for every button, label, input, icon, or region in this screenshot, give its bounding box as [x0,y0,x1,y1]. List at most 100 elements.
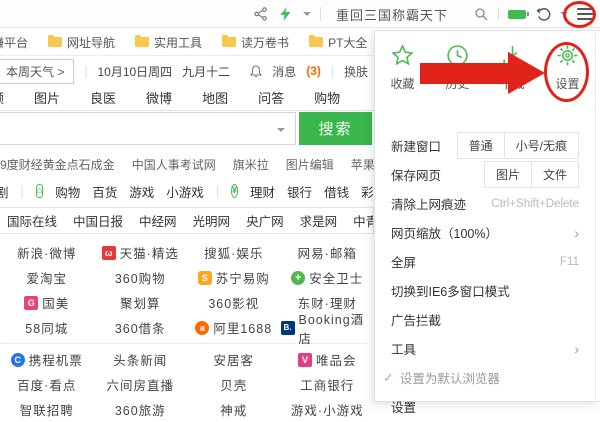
menu-item-ad-block[interactable]: 广告拦截 [375,305,595,334]
category-link[interactable]: 银行 [287,182,312,201]
search-input[interactable] [0,117,259,141]
news-link[interactable]: 中青网 [353,211,374,230]
grid-link[interactable]: 网易·邮箱 [298,243,357,262]
news-link[interactable]: 中国日报 [73,211,123,230]
menu-item-page-zoom[interactable]: 网页缩放（100%） › [375,218,595,247]
grid-link[interactable]: 58同城 [25,318,68,337]
grid-link[interactable]: 贝壳 [220,375,247,394]
news-link[interactable]: 国际在线 [7,211,57,230]
grid-link[interactable]: 神戒 [220,400,247,419]
news-link[interactable]: 中经网 [139,211,177,230]
grid-link[interactable]: 游戏·小游戏 [291,400,364,419]
nav-item[interactable]: 良医 [90,88,116,107]
grid-link[interactable]: 爱淘宝 [26,268,67,287]
grid-link[interactable]: 新浪·微博 [17,243,76,262]
save-as-image-button[interactable]: 图片 [485,162,531,187]
grid-link[interactable]: 唯品会 [316,350,357,369]
hot-link[interactable]: 图片编辑 [286,156,334,173]
category-link[interactable]: 小游戏 [166,182,204,201]
settings-button[interactable]: 设置 [555,43,580,92]
bookmark-folder[interactable]: 网址导航 [48,34,115,51]
category-link[interactable]: 借钱 [324,182,349,201]
category-link[interactable]: 彩票 [361,182,375,201]
menu-item-default-browser[interactable]: ✓ 设置为默认浏览器 [375,363,595,392]
share-icon[interactable] [253,6,269,22]
favorites-button[interactable]: 收藏 [390,43,415,92]
category-link[interactable]: 理财 [250,182,275,201]
grid-link[interactable]: 苏宁易购 [216,268,270,287]
grid-link[interactable]: 百度·看点 [17,375,76,394]
menu-item-clear-history[interactable]: 清除上网痕迹 Ctrl+Shift+Delete [375,189,595,218]
normal-window-button[interactable]: 普通 [458,133,504,158]
chevron-down-icon[interactable] [560,12,568,16]
nav-item[interactable]: 问答 [258,88,284,107]
grid-link[interactable]: 安居客 [213,350,254,369]
undo-icon[interactable] [535,6,551,22]
news-link[interactable]: 光明网 [193,211,231,230]
grid-link[interactable]: 安全卫士 [309,268,363,287]
skin-link[interactable]: 换肤 [344,63,368,80]
browser-toolbar: 重回三国称霸天下 [0,0,600,28]
bookmark-label[interactable]: 实用工具 [154,34,202,51]
grid-link[interactable]: 360旅游 [115,400,166,419]
bookmark-label[interactable]: 读万卷书 [241,34,289,51]
weather-widget[interactable]: 本周天气 > [0,59,74,84]
news-link[interactable]: 求是网 [300,211,338,230]
grid-link[interactable]: 携程机票 [29,350,83,369]
save-as-file-button[interactable]: 文件 [531,162,578,187]
grid-link[interactable]: 聚划算 [120,293,161,312]
grid-link[interactable]: 六间房直播 [106,375,174,394]
menu-item-fullscreen[interactable]: 全屏 F11 [375,247,595,276]
grid-link[interactable]: 头条新闻 [113,350,167,369]
bookmark-item[interactable]: 赚平台 [0,34,28,51]
grid-link[interactable]: Booking酒店 [299,309,375,347]
bell-icon[interactable] [250,65,262,78]
hot-link[interactable]: 9度财经黄金点石成金 [0,156,115,173]
grid-link[interactable]: 工商银行 [300,375,354,394]
menu-item-settings[interactable]: 设置 [375,392,595,421]
bookmark-folder[interactable]: 读万卷书 [222,34,289,51]
grid-link[interactable]: 360影视 [208,293,259,312]
menu-item-tools[interactable]: 工具 › [375,334,595,363]
category-link[interactable]: 购物 [55,182,80,201]
menu-item-ie6-mode[interactable]: 切换到IE6多窗口模式 [375,276,595,305]
messages-link[interactable]: 消息 [272,63,296,80]
downloads-button[interactable]: 下载 [500,43,525,92]
incognito-window-button[interactable]: 小号/无痕 [504,133,578,158]
news-link[interactable]: 央广网 [246,211,284,230]
menu-item-save-page[interactable]: 保存网页 图片 文件 [375,160,595,189]
bookmark-label[interactable]: 网址导航 [67,34,115,51]
nav-item[interactable]: 地图 [202,88,228,107]
grid-link[interactable]: 搜狐·娱乐 [204,243,263,262]
category-link[interactable]: 剧 [0,182,9,201]
nav-item[interactable]: 图片 [34,88,60,107]
message-count-badge[interactable]: (3) [306,64,321,78]
grid-link[interactable]: 天猫·精选 [120,243,179,262]
menu-item-new-window[interactable]: 新建窗口 普通 小号/无痕 [375,131,595,160]
hot-link[interactable]: 旗米拉 [233,156,269,173]
category-link[interactable]: 百货 [92,182,117,201]
grid-link[interactable]: 智联招聘 [20,400,74,419]
hot-link[interactable]: 苹果官网 [351,156,375,173]
category-link[interactable]: 游戏 [129,182,154,201]
search-icon[interactable] [473,6,489,22]
search-button[interactable]: 搜索 [299,112,372,145]
bookmark-label[interactable]: PT大全 [328,34,367,51]
hot-link[interactable]: 中国人事考试网 [132,156,216,173]
menu-item-label: 设置 [391,397,579,416]
grid-link[interactable]: 国美 [42,293,69,312]
chevron-down-icon[interactable] [303,12,311,16]
bookmark-folder[interactable]: 实用工具 [135,34,202,51]
nav-item[interactable]: 购物 [314,88,340,107]
lightning-boost-icon[interactable] [278,6,294,22]
bookmark-label[interactable]: 赚平台 [0,34,28,51]
main-menu-icon[interactable] [577,8,594,20]
grid-link[interactable]: 360购物 [115,268,166,287]
search-dropdown-chevron-icon[interactable] [277,128,285,132]
bookmark-folder[interactable]: PT大全 [309,34,367,51]
grid-link[interactable]: 阿里1688 [213,318,272,337]
nav-item[interactable]: 微博 [146,88,172,107]
grid-link[interactable]: 360借条 [115,318,166,337]
history-button[interactable]: 历史 [445,43,470,92]
nav-item[interactable]: 频 [0,88,4,107]
